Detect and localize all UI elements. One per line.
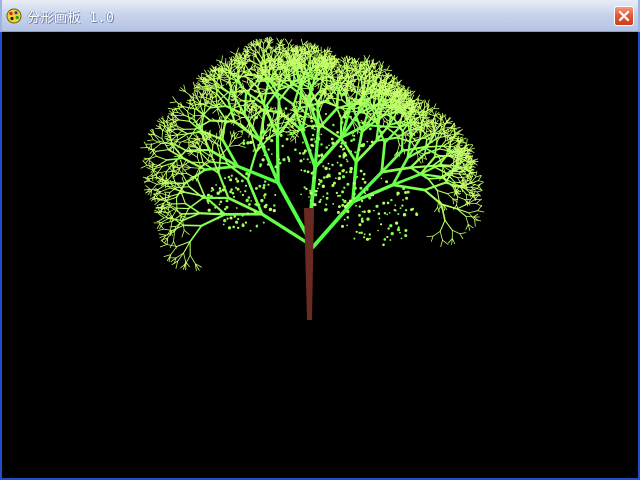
paint-palette-icon[interactable] (6, 8, 22, 24)
window-title: 分形画板 1.0 (27, 11, 115, 26)
app-window: 分形画板 1.0 (0, 0, 640, 480)
tree-trunk (304, 208, 314, 320)
close-icon (618, 10, 630, 22)
drawing-canvas[interactable] (2, 32, 638, 478)
fractal-tree (140, 36, 485, 320)
close-button[interactable] (614, 6, 634, 26)
title-bar[interactable]: 分形画板 1.0 (0, 0, 640, 32)
